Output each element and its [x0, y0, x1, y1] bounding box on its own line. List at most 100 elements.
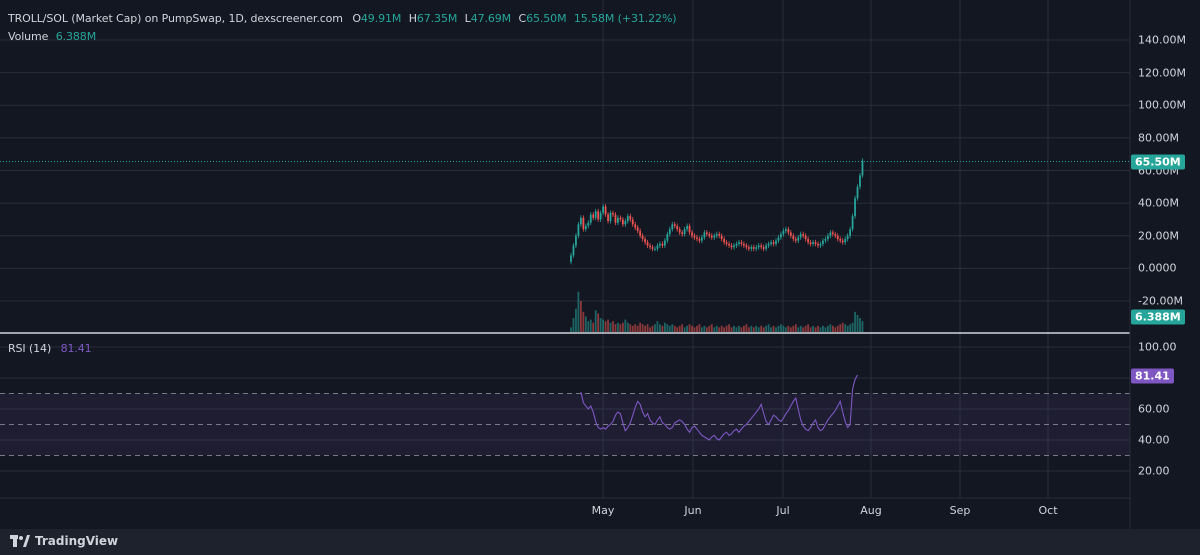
- candle-body: [787, 229, 790, 233]
- volume-bar: [839, 324, 842, 332]
- candle-body: [626, 216, 629, 222]
- volume-bar: [693, 327, 696, 332]
- candle-body: [654, 248, 656, 250]
- candle-body: [770, 242, 772, 244]
- candle-body: [577, 224, 580, 236]
- volume-bar: [602, 319, 605, 332]
- volume-bar: [661, 325, 664, 332]
- volume-bar: [854, 311, 856, 332]
- rsi-key[interactable]: RSI (14): [8, 342, 51, 355]
- volume-bar: [789, 327, 792, 332]
- volume-bar: [619, 324, 622, 332]
- rsi-tick-label: 40.00: [1138, 433, 1170, 447]
- volume-bar: [718, 327, 721, 332]
- candle-body: [624, 221, 627, 225]
- volume-bar: [686, 325, 688, 332]
- time-tick-label: Jul: [776, 504, 790, 517]
- candle-body: [651, 247, 654, 249]
- candle-body: [826, 235, 829, 240]
- volume-bar: [762, 327, 765, 332]
- volume-bar: [740, 327, 743, 332]
- tradingview-logo[interactable]: TradingView: [10, 534, 118, 548]
- candle-body: [859, 175, 861, 187]
- candle-body: [582, 217, 585, 230]
- legend-volume: Volume 6.388M: [8, 30, 96, 43]
- rsi-tick-label: 60.00: [1138, 402, 1170, 416]
- candle-body: [604, 206, 607, 215]
- candle-body: [807, 239, 810, 243]
- rsi-band-fill: [0, 393, 1130, 456]
- candle-body: [745, 245, 748, 248]
- volume-bar: [582, 311, 585, 332]
- volume-bar: [733, 325, 735, 332]
- volume-bar: [624, 319, 627, 332]
- candle-body: [747, 247, 750, 249]
- candle-body: [752, 247, 755, 249]
- candle-body: [636, 227, 639, 231]
- candle-body: [797, 237, 800, 241]
- change-value: 15.58M (+31.22%): [573, 12, 677, 25]
- candle-body: [696, 237, 698, 240]
- candle-body: [678, 229, 681, 233]
- volume-bar: [794, 324, 797, 332]
- candle-body: [686, 225, 688, 230]
- candle-body: [851, 216, 854, 230]
- candle-body: [854, 198, 856, 217]
- volume-bar: [728, 324, 730, 332]
- candle-body: [609, 212, 612, 222]
- volume-bar: [829, 324, 832, 332]
- candle-body: [822, 240, 824, 244]
- symbol-title[interactable]: TROLL/SOL (Market Cap) on PumpSwap, 1D, …: [8, 12, 343, 25]
- candle-body: [720, 235, 723, 240]
- candle-body: [817, 243, 819, 246]
- price-tick-label: 100.00M: [1138, 98, 1186, 112]
- volume-bar: [841, 322, 844, 332]
- candle-body: [829, 232, 832, 236]
- candle-body: [767, 243, 770, 246]
- candle-body: [780, 234, 782, 238]
- volume-bar: [651, 325, 654, 332]
- candle-body: [841, 240, 844, 243]
- volume-bar: [780, 324, 782, 332]
- candle-body: [725, 242, 728, 244]
- volume-bar: [621, 322, 624, 332]
- candle-body: [710, 235, 713, 238]
- volume-bar: [819, 327, 822, 332]
- volume-bar: [612, 321, 614, 332]
- volume-bar: [735, 327, 738, 332]
- candle-body: [691, 232, 693, 236]
- volume-bar: [812, 325, 814, 332]
- volume-bar: [671, 324, 674, 332]
- price-tick-label: 80.00M: [1138, 131, 1179, 145]
- candle-body: [792, 235, 795, 240]
- candle-body: [631, 219, 634, 225]
- candle-body: [794, 239, 797, 241]
- chart-canvas[interactable]: [0, 0, 1200, 555]
- volume-bar: [770, 327, 772, 332]
- candle-body: [644, 239, 646, 243]
- volume-bar: [757, 327, 760, 332]
- candle-body: [802, 234, 805, 236]
- candle-body: [715, 234, 718, 236]
- candle-body: [718, 234, 721, 236]
- volume-bar: [814, 327, 817, 332]
- volume-bar: [859, 318, 861, 332]
- time-tick-label: May: [591, 504, 615, 517]
- volume-bar: [594, 310, 597, 332]
- volume-bar: [849, 324, 852, 332]
- candle-body: [740, 242, 743, 244]
- volume-key[interactable]: Volume: [8, 30, 48, 43]
- candle-body: [723, 239, 726, 243]
- volume-bar: [797, 327, 800, 332]
- volume-bar: [720, 325, 723, 332]
- volume-bar: [572, 318, 575, 332]
- volume-bar: [831, 325, 834, 332]
- volume-bar: [683, 327, 686, 332]
- volume-bar: [617, 322, 619, 332]
- candle-body: [812, 242, 814, 244]
- volume-bar: [738, 325, 740, 332]
- volume-bar: [809, 327, 812, 332]
- candle-body: [834, 234, 837, 236]
- rsi-tick-label: 20.00: [1138, 464, 1170, 478]
- price-tick-label: 120.00M: [1138, 66, 1186, 80]
